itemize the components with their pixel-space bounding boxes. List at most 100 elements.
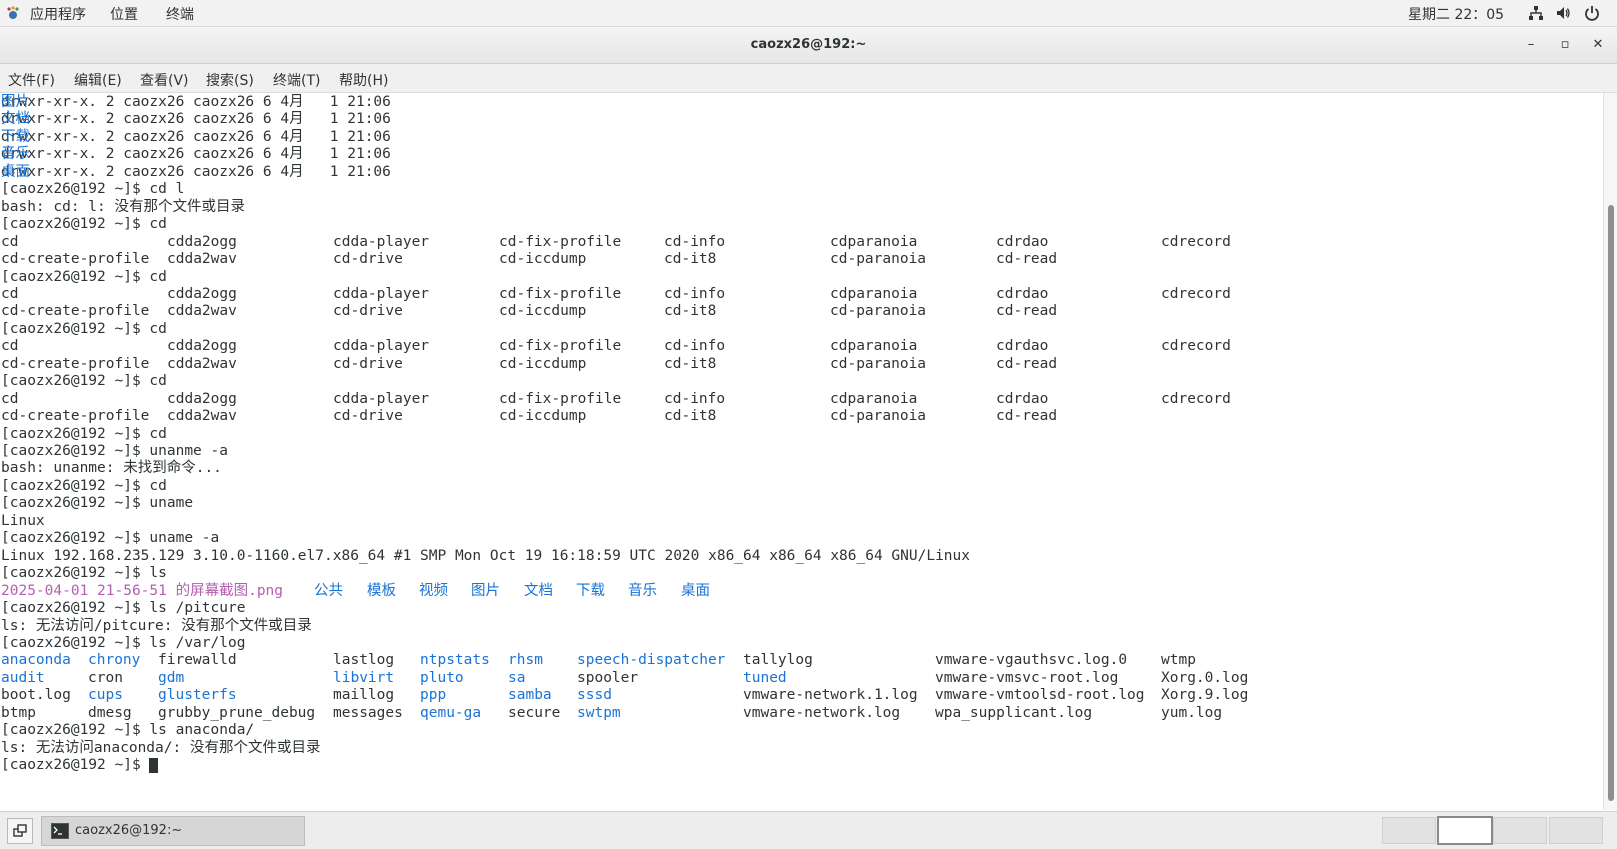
terminal-text: cdrdao — [996, 285, 1049, 302]
terminal-text: cd-read — [996, 251, 1058, 268]
places-menu[interactable]: 位置 — [110, 4, 138, 24]
terminal-text: dmesg — [88, 704, 132, 721]
terminal-text: firewalld — [158, 652, 237, 669]
terminal-text: [caozx26@192 ~]$ — [1, 757, 150, 774]
terminal-text: cdda-player — [333, 338, 430, 355]
terminal-text: 桌面 — [1, 163, 30, 180]
terminal-text: [caozx26@192 ~]$ cd — [1, 216, 167, 233]
terminal-text: secure — [508, 704, 561, 721]
terminal-output[interactable]: drwxr-xr-x. 2 caozx26 caozx26 6 4月 1 21:… — [0, 93, 1603, 810]
menu-help[interactable]: 帮助(H) — [339, 70, 388, 90]
terminal-text: vmware-vgauthsvc.log.0 — [935, 652, 1128, 669]
terminal-text: [caozx26@192 ~]$ uname — [1, 495, 194, 512]
terminal-text: [caozx26@192 ~]$ cd — [1, 268, 167, 285]
terminal-cursor — [149, 758, 158, 774]
terminal-text: cd — [1, 233, 19, 250]
terminal-text: rhsm — [508, 652, 543, 669]
window-titlebar[interactable]: caozx26@192:~ – ▫ ✕ — [0, 27, 1617, 64]
terminal-text: 文档 — [1, 111, 30, 128]
terminal-text: vmware-vmtoolsd-root.log — [935, 687, 1145, 704]
terminal-text: vmware-network.log — [743, 704, 901, 721]
terminal-text: cd-fix-profile — [499, 285, 622, 302]
menu-terminal[interactable]: 终端(T) — [273, 70, 320, 90]
close-button[interactable]: ✕ — [1588, 35, 1608, 55]
terminal-text: samba — [508, 687, 552, 704]
terminal-text: [caozx26@192 ~]$ ls /pitcure — [1, 600, 246, 617]
terminal-text: libvirt — [333, 669, 395, 686]
menu-edit[interactable]: 编辑(E) — [74, 70, 122, 90]
terminal-text: cdda-player — [333, 285, 430, 302]
workspace-4[interactable] — [1549, 817, 1603, 844]
terminal-text: cdrecord — [1161, 338, 1231, 355]
terminal-text: glusterfs — [158, 687, 237, 704]
terminal-text: yum.log — [1161, 704, 1223, 721]
show-desktop-button[interactable] — [7, 818, 33, 844]
terminal-text: qemu-ga — [420, 704, 482, 721]
terminal-text: cdparanoia — [830, 338, 918, 355]
clock[interactable]: 星期二 22：05 — [1408, 4, 1504, 24]
terminal-text: cd-it8 — [664, 408, 717, 425]
power-icon[interactable] — [1584, 5, 1600, 21]
terminal-text: speech-dispatcher — [577, 652, 726, 669]
terminal-text: cd-drive — [333, 303, 403, 320]
terminal-text: bash: cd: l: 没有那个文件或目录 — [1, 198, 245, 215]
terminal-text: cdda2wav — [167, 408, 237, 425]
terminal-text: cd — [1, 285, 19, 302]
terminal-text: cdrdao — [996, 390, 1049, 407]
terminal-text: chrony — [88, 652, 141, 669]
show-desktop-icon — [13, 824, 27, 837]
terminal-text: vmware-network.1.log — [743, 687, 918, 704]
workspace-3[interactable] — [1493, 817, 1547, 844]
terminal-text: ls: 无法访问anaconda/: 没有那个文件或目录 — [1, 739, 321, 756]
terminal-text: cd-info — [664, 338, 726, 355]
terminal-text: cd-fix-profile — [499, 390, 622, 407]
terminal-text: cd — [1, 338, 19, 355]
menu-search[interactable]: 搜索(S) — [206, 70, 254, 90]
terminal-text: cdrecord — [1161, 233, 1231, 250]
terminal-text: cd-it8 — [664, 355, 717, 372]
terminal-text: cdrdao — [996, 233, 1049, 250]
terminal-text: cdda2ogg — [167, 233, 237, 250]
terminal-text: ls: 无法访问/pitcure: 没有那个文件或目录 — [1, 617, 312, 634]
terminal-text: cd-iccdump — [499, 408, 587, 425]
terminal-text: tuned — [743, 669, 787, 686]
terminal-text: 公共 — [314, 582, 343, 599]
menu-file[interactable]: 文件(F) — [8, 70, 55, 90]
terminal-text: 文档 — [524, 582, 553, 599]
top-panel: 应用程序 位置 终端 星期二 22：05 — [0, 0, 1617, 27]
terminal-text: cron — [88, 669, 123, 686]
taskbar-window-terminal[interactable]: caozx26@192:~ — [41, 816, 305, 846]
terminal-text: cd-iccdump — [499, 303, 587, 320]
terminal-text: cd-drive — [333, 408, 403, 425]
minimize-button[interactable]: – — [1521, 35, 1541, 55]
menu-bar: 文件(F) 编辑(E) 查看(V) 搜索(S) 终端(T) 帮助(H) — [0, 64, 1617, 93]
terminal-text: drwxr-xr-x. 2 caozx26 caozx26 6 4月 1 21:… — [1, 111, 400, 128]
terminal-text: [caozx26@192 ~]$ ls /var/log — [1, 634, 246, 651]
terminal-text: cdda2wav — [167, 355, 237, 372]
menu-view[interactable]: 查看(V) — [140, 70, 189, 90]
terminal-text: cd-paranoia — [830, 355, 927, 372]
applications-menu[interactable]: 应用程序 — [30, 4, 86, 24]
terminal-text: Linux 192.168.235.129 3.10.0-1160.el7.x8… — [1, 547, 971, 564]
terminal-text: cups — [88, 687, 123, 704]
terminal-text: lastlog — [333, 652, 395, 669]
terminal-text: drwxr-xr-x. 2 caozx26 caozx26 6 4月 1 21:… — [1, 128, 400, 145]
network-icon[interactable] — [1528, 5, 1544, 21]
terminal-text: cd-read — [996, 408, 1058, 425]
workspace-2[interactable] — [1437, 816, 1493, 845]
workspace-1[interactable] — [1382, 817, 1436, 844]
maximize-button[interactable]: ▫ — [1555, 35, 1575, 55]
terminal-icon — [51, 823, 69, 839]
terminal-text: 图片 — [471, 582, 500, 599]
terminal-text: cd — [1, 390, 19, 407]
terminal-text: pluto — [420, 669, 464, 686]
scrollbar-thumb[interactable] — [1608, 205, 1614, 801]
terminal-app-menu[interactable]: 终端 — [166, 4, 194, 24]
terminal-scrollbar[interactable] — [1603, 93, 1617, 810]
terminal-text: cdda2wav — [167, 251, 237, 268]
terminal-text: cdda-player — [333, 390, 430, 407]
terminal-text: 图片 — [1, 94, 30, 110]
terminal-text: cd-fix-profile — [499, 233, 622, 250]
terminal-text: cd-create-profile — [1, 303, 150, 320]
volume-icon[interactable] — [1555, 5, 1571, 21]
